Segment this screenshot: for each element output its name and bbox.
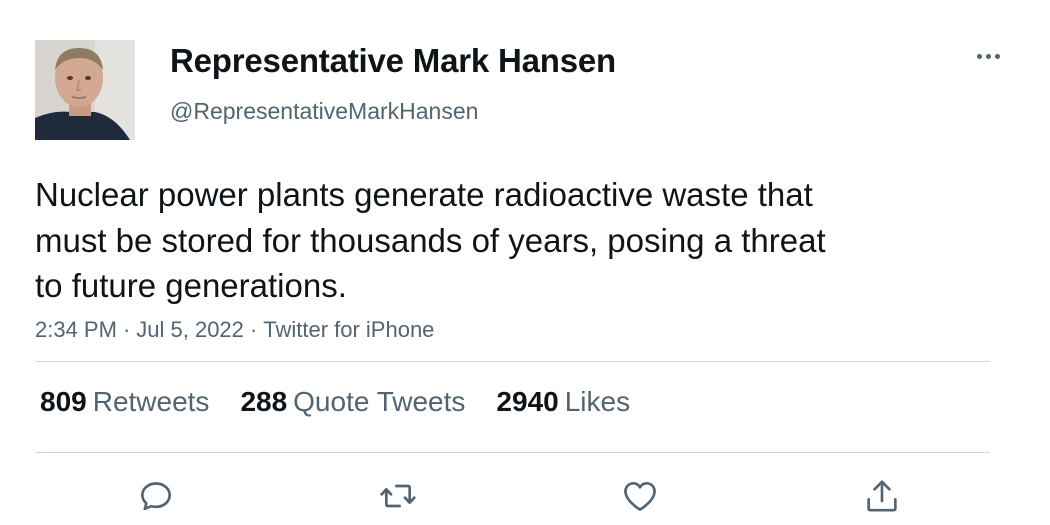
reply-button[interactable]	[134, 474, 178, 518]
dot	[994, 53, 1000, 59]
more-options-icon[interactable]	[970, 44, 1006, 68]
tweet-text-line: to future generations.	[35, 267, 347, 304]
user-handle[interactable]: @RepresentativeMarkHansen	[170, 98, 478, 125]
engagement-stats: 809 Retweets 288 Quote Tweets 2940 Likes	[40, 386, 630, 418]
tweet-source[interactable]: Twitter for iPhone	[263, 317, 434, 342]
dot	[985, 53, 991, 59]
share-icon	[867, 480, 897, 512]
dot	[976, 53, 982, 59]
meta-separator: ·	[122, 317, 131, 342]
display-name[interactable]: Representative Mark Hansen	[170, 42, 616, 80]
meta-separator: ·	[249, 317, 258, 342]
divider	[35, 452, 990, 453]
quote-tweets-label: Quote Tweets	[293, 386, 466, 417]
tweet-card: Representative Mark Hansen @Representati…	[0, 0, 1050, 525]
retweets-label: Retweets	[92, 386, 210, 417]
retweet-button[interactable]	[376, 474, 420, 518]
quote-tweets-stat[interactable]: 288 Quote Tweets	[240, 386, 465, 418]
avatar-image	[35, 40, 135, 140]
likes-count: 2940	[496, 386, 559, 417]
likes-stat[interactable]: 2940 Likes	[496, 386, 630, 418]
tweet-time[interactable]: 2:34 PM	[35, 317, 117, 342]
divider	[35, 361, 990, 362]
likes-label: Likes	[564, 386, 631, 417]
reply-icon	[141, 482, 171, 511]
quote-tweets-count: 288	[240, 386, 288, 417]
like-button[interactable]	[618, 474, 662, 518]
tweet-text-line: Nuclear power plants generate radioactiv…	[35, 176, 813, 213]
retweets-stat[interactable]: 809 Retweets	[40, 386, 209, 418]
retweets-count: 809	[40, 386, 87, 417]
tweet-text: Nuclear power plants generate radioactiv…	[35, 172, 935, 309]
tweet-metadata: 2:34 PM · Jul 5, 2022 · Twitter for iPhone	[35, 317, 434, 343]
action-bar	[0, 470, 1050, 520]
share-button[interactable]	[860, 474, 904, 518]
retweet-icon	[380, 484, 416, 508]
like-icon	[624, 482, 656, 511]
avatar[interactable]	[35, 40, 135, 140]
tweet-text-line: must be stored for thousands of years, p…	[35, 221, 826, 259]
tweet-date[interactable]: Jul 5, 2022	[136, 317, 244, 342]
